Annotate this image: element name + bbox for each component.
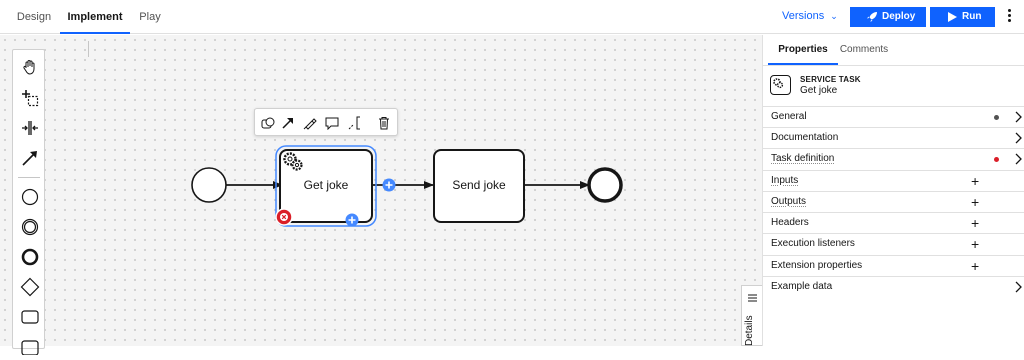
chevron-right-icon[interactable] (1015, 132, 1022, 144)
property-group-documentation[interactable]: Documentation (763, 127, 1024, 148)
chevron-right-icon[interactable] (1015, 281, 1022, 293)
element-type: SERVICE TASK (800, 75, 861, 84)
group-label: Documentation (771, 132, 839, 143)
versions-label: Versions (782, 10, 825, 22)
delete-icon[interactable] (373, 109, 395, 137)
overflow-menu-icon[interactable] (1008, 9, 1012, 25)
tab-implement[interactable]: Implement (60, 0, 130, 34)
rocket-icon (867, 12, 877, 22)
tab-properties[interactable]: Properties (768, 35, 838, 65)
append-plus-icon[interactable] (345, 213, 359, 227)
run-button[interactable]: Run (930, 7, 995, 27)
group-label: Example data (771, 281, 833, 292)
group-label: Task definition (771, 153, 835, 164)
add-plus-icon[interactable]: + (971, 237, 979, 251)
tab-design[interactable]: Design (8, 0, 60, 34)
context-pad-separator (88, 41, 89, 57)
task-label: Get joke (303, 178, 349, 192)
change-type-icon[interactable] (257, 109, 279, 137)
property-group-headers[interactable]: Headers + (763, 212, 1024, 233)
group-label: General (771, 111, 807, 122)
deploy-button[interactable]: Deploy (850, 7, 926, 27)
property-group-general[interactable]: General (763, 106, 1024, 127)
property-group-execution-listeners[interactable]: Execution listeners + (763, 233, 1024, 254)
append-plus-icon[interactable] (382, 178, 396, 192)
end-event[interactable] (587, 167, 623, 203)
comment-icon[interactable] (321, 109, 343, 137)
tab-comments[interactable]: Comments (838, 35, 890, 65)
group-label: Inputs (771, 175, 799, 186)
context-pad (254, 108, 398, 136)
service-task-icon (770, 75, 791, 95)
chevron-right-icon[interactable] (1015, 153, 1022, 165)
add-plus-icon[interactable]: + (971, 195, 979, 209)
status-dot-icon (994, 157, 999, 162)
connect-arrow-icon[interactable] (277, 109, 299, 137)
group-label: Headers (771, 217, 809, 228)
color-picker-icon[interactable] (299, 109, 321, 137)
tab-play[interactable]: Play (130, 0, 170, 34)
properties-panel: Properties Comments SERVICE TASK Get jok… (762, 35, 1024, 346)
error-badge-icon[interactable] (275, 208, 293, 226)
chevron-down-icon: ⌄ (830, 11, 838, 21)
add-plus-icon[interactable]: + (971, 259, 979, 273)
task-label: Send joke (452, 178, 506, 192)
chevron-right-icon[interactable] (1015, 111, 1022, 123)
annotation-icon[interactable] (345, 109, 367, 137)
group-label: Extension properties (771, 260, 863, 271)
start-event[interactable] (191, 167, 227, 203)
deploy-label: Deploy (882, 11, 916, 22)
bpmn-diagram (191, 145, 623, 227)
group-label: Execution listeners (771, 238, 855, 249)
add-plus-icon[interactable]: + (971, 216, 979, 230)
play-icon (948, 12, 957, 22)
status-dot-icon (994, 115, 999, 120)
run-label: Run (962, 11, 982, 22)
versions-dropdown[interactable]: Versions ⌄ (782, 10, 838, 22)
property-group-example-data[interactable]: Example data (763, 276, 1024, 297)
details-tab-label: Details (744, 315, 755, 346)
modeler-canvas[interactable]: Get joke Send joke Details (0, 35, 762, 355)
details-panel-toggle[interactable]: Details (741, 285, 762, 346)
element-name: Get joke (800, 85, 838, 96)
group-label: Outputs (771, 196, 807, 207)
property-group-task-definition[interactable]: Task definition (763, 148, 1024, 169)
property-group-outputs[interactable]: Outputs + (763, 191, 1024, 212)
property-group-extension-properties[interactable]: Extension properties + (763, 255, 1024, 276)
menu-lines-icon (748, 294, 757, 302)
property-group-inputs[interactable]: Inputs + (763, 170, 1024, 191)
add-plus-icon[interactable]: + (971, 174, 979, 188)
top-bar: Design Implement Play Versions ⌄ Deploy R… (0, 0, 1024, 34)
